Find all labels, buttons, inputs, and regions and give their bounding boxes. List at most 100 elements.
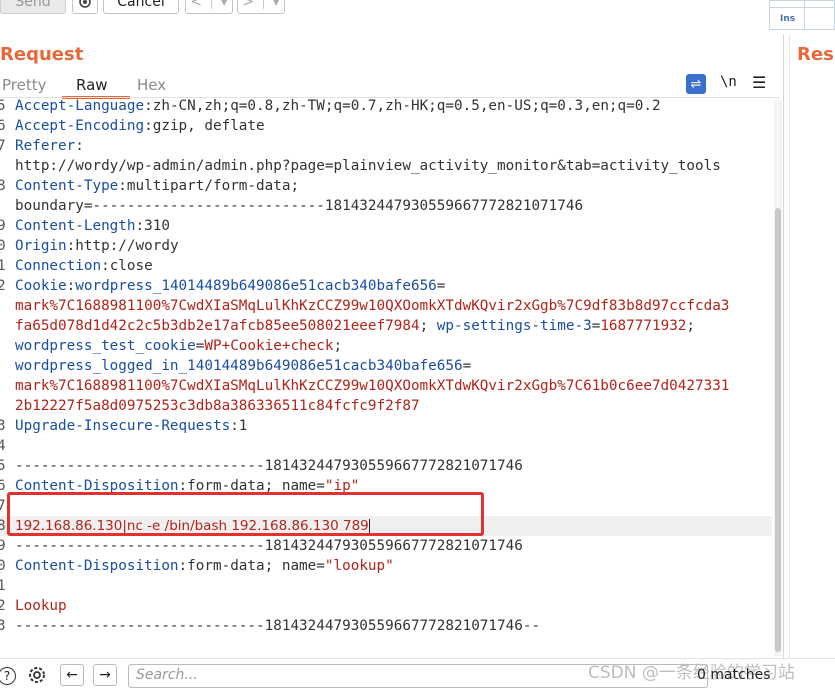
editor-menu-icon[interactable]: ☰ bbox=[752, 73, 766, 92]
editor-line[interactable]: 9 -----------------------------1814324479… bbox=[0, 536, 772, 556]
line-number: 3 bbox=[0, 618, 6, 634]
editor-line[interactable]: 5 -----------------------------1814324479… bbox=[0, 456, 772, 476]
header-name: Content-Type bbox=[15, 178, 119, 194]
editor-line[interactable]: wordpress_logged_in_14014489b649086e51ca… bbox=[0, 356, 772, 376]
line-number: 2 bbox=[0, 278, 6, 294]
back-arrow-icon: < bbox=[190, 0, 203, 10]
tab-hex[interactable]: Hex bbox=[137, 76, 166, 94]
match-count: 0 matches bbox=[697, 667, 771, 683]
editor-line[interactable]: http://wordy/wp-admin/admin.php?page=pla… bbox=[0, 156, 772, 176]
send-button[interactable]: Send bbox=[0, 0, 66, 14]
header-name: Accept-Language bbox=[15, 98, 145, 114]
chevron-down-icon[interactable]: ▾ bbox=[221, 0, 228, 10]
editor-scrollbar-thumb[interactable] bbox=[775, 208, 781, 652]
separator: ; bbox=[686, 318, 696, 334]
editor-line[interactable]: 1 bbox=[0, 576, 772, 596]
header-name: Content-Length bbox=[15, 218, 136, 234]
editor-line[interactable]: 3 -----------------------------1814324479… bbox=[0, 616, 772, 636]
header-colon: : bbox=[75, 138, 84, 154]
line-number: 9 bbox=[0, 538, 6, 554]
inspector-label: Ins bbox=[780, 14, 796, 24]
panel-splitter[interactable] bbox=[783, 34, 784, 690]
editor-line[interactable]: 0 Origin:http://wordy bbox=[0, 236, 772, 256]
header-name: Upgrade-Insecure-Requests bbox=[15, 418, 231, 434]
header-colon: : bbox=[66, 278, 76, 294]
next-match-button[interactable]: → bbox=[93, 664, 117, 686]
line-content: Connection:close bbox=[15, 256, 153, 276]
line-number: 0 bbox=[0, 558, 6, 574]
tab-raw[interactable]: Raw bbox=[76, 76, 108, 94]
inspector-mini-panel[interactable]: Ins bbox=[769, 0, 835, 30]
line-content: Cookie:wordpress_14014489b649086e51cacb3… bbox=[15, 276, 445, 296]
line-content: -----------------------------18143244793… bbox=[15, 616, 540, 636]
header-colon: : bbox=[135, 218, 145, 234]
header-colon: : bbox=[230, 418, 239, 434]
divider bbox=[804, 1, 805, 29]
history-back-button[interactable]: < ▾ bbox=[185, 0, 233, 14]
line-content: Content-Type:multipart/form-data; bbox=[15, 176, 299, 196]
line-content: -----------------------------18143244793… bbox=[15, 456, 523, 476]
editor-line[interactable]: 2 Cookie:wordpress_14014489b649086e51cacb… bbox=[0, 276, 772, 296]
cancel-button[interactable]: Cancel bbox=[103, 0, 179, 14]
cookie-value: 1687771932 bbox=[600, 318, 687, 334]
line-number: 2 bbox=[0, 598, 6, 614]
cookie-value: mark%7C1688981100%7CwdXIaSMqLulKhKzCCZ99… bbox=[15, 378, 730, 394]
editor-line[interactable]: 8 Content-Type:multipart/form-data; bbox=[0, 176, 772, 196]
request-editor[interactable]: 5 Accept-Language:zh-CN,zh;q=0.8,zh-TW;q=… bbox=[0, 96, 772, 656]
editor-line[interactable]: wordpress_test_cookie=WP+Cookie+check; bbox=[0, 336, 772, 356]
header-name: Cookie bbox=[15, 278, 67, 294]
chevron-down-icon[interactable]: ▾ bbox=[273, 0, 280, 10]
editor-line[interactable]: fa65d078d1d42c2c5b3db2e17afcb85ee508021e… bbox=[0, 316, 772, 336]
header-value: close bbox=[109, 258, 153, 274]
line-content: Content-Disposition:form-data; name="loo… bbox=[15, 556, 394, 576]
history-forward-button[interactable]: > ▾ bbox=[237, 0, 285, 14]
editor-line[interactable]: 5 Accept-Language:zh-CN,zh;q=0.8,zh-TW;q=… bbox=[0, 96, 772, 116]
editor-line[interactable]: 2 Lookup bbox=[0, 596, 772, 616]
settings-gear-icon[interactable] bbox=[72, 0, 98, 14]
editor-line[interactable]: boundary=---------------------------1814… bbox=[0, 196, 772, 216]
editor-line[interactable]: mark%7C1688981100%7CwdXIaSMqLulKhKzCCZ99… bbox=[0, 376, 772, 396]
show-newlines-toggle[interactable]: \n bbox=[720, 74, 737, 90]
header-value: multipart/form-data; bbox=[126, 178, 300, 194]
line-number: 7 bbox=[0, 138, 6, 154]
line-number: 5 bbox=[0, 458, 6, 474]
header-colon: : bbox=[101, 258, 110, 274]
editor-line[interactable]: 4 bbox=[0, 436, 772, 456]
editor-line[interactable]: 1 Connection:close bbox=[0, 256, 772, 276]
editor-line[interactable]: 7 Referer: bbox=[0, 136, 772, 156]
tab-pretty[interactable]: Pretty bbox=[2, 76, 47, 94]
line-content: Upgrade-Insecure-Requests:1 bbox=[15, 416, 247, 436]
editor-line[interactable]: 0 Content-Disposition:form-data; name="lo… bbox=[0, 556, 772, 576]
line-content: Lookup bbox=[15, 596, 67, 616]
line-content: wordpress_logged_in_14014489b649086e51ca… bbox=[15, 356, 471, 376]
editor-line[interactable]: 3 Upgrade-Insecure-Requests:1 bbox=[0, 416, 772, 436]
cookie-name: wordpress_test_cookie bbox=[15, 338, 196, 354]
header-colon: : bbox=[178, 558, 188, 574]
line-number: 1 bbox=[0, 578, 6, 594]
cookie-name: wp-settings-time-3 bbox=[436, 318, 592, 334]
response-panel-title: Resp bbox=[797, 44, 835, 65]
request-panel-title: Request bbox=[0, 44, 84, 65]
editor-line[interactable]: 9 Content-Length:310 bbox=[0, 216, 772, 236]
editor-line[interactable]: 6 Accept-Encoding:gzip, deflate bbox=[0, 116, 772, 136]
divider bbox=[210, 0, 212, 9]
editor-line[interactable]: mark%7C1688981100%7CwdXIaSMqLulKhKzCCZ99… bbox=[0, 296, 772, 316]
header-name: Accept-Encoding bbox=[15, 118, 145, 134]
header-name: Content-Disposition bbox=[15, 558, 179, 574]
cookie-value: fa65d078d1d42c2c5b3db2e17afcb85ee508021e… bbox=[15, 318, 420, 334]
header-colon: : bbox=[144, 98, 153, 114]
header-colon: : bbox=[66, 238, 76, 254]
header-name: Referer bbox=[15, 138, 76, 154]
search-settings-gear-icon[interactable] bbox=[26, 664, 48, 691]
previous-match-button[interactable]: ← bbox=[60, 664, 84, 686]
word-wrap-icon[interactable]: ⇌ bbox=[686, 74, 706, 94]
top-toolbar: Send Cancel < ▾ > ▾ bbox=[0, 0, 770, 18]
payload-highlight-box bbox=[7, 492, 484, 536]
line-content: mark%7C1688981100%7CwdXIaSMqLulKhKzCCZ99… bbox=[15, 296, 729, 316]
header-value: 310 bbox=[144, 218, 170, 234]
cookie-value: WP+Cookie+check bbox=[204, 338, 334, 354]
line-number: 5 bbox=[0, 98, 6, 114]
editor-line[interactable]: 2b12227f5a8d0975253c3db8a386336511c84fcf… bbox=[0, 396, 772, 416]
line-content: wordpress_test_cookie=WP+Cookie+check; bbox=[15, 336, 342, 356]
help-icon[interactable]: ? bbox=[0, 667, 16, 685]
